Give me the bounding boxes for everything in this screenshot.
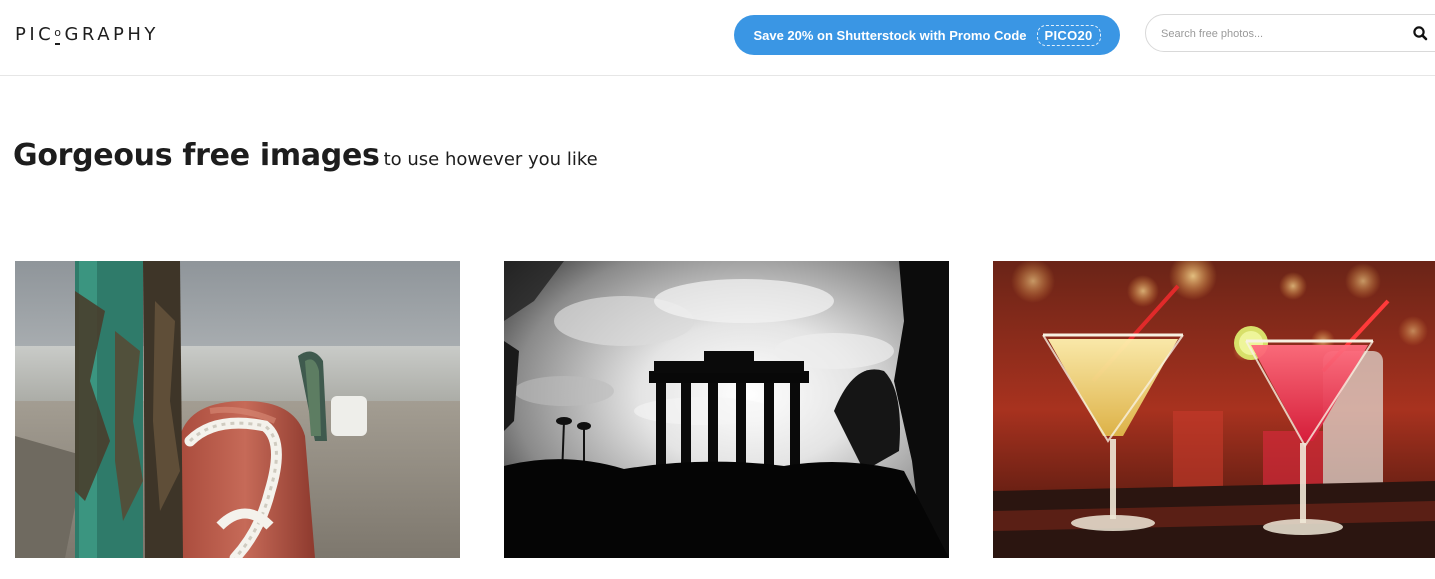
site-header: PICo GRAPHY Save 20% on Shutterstock with… — [0, 0, 1435, 76]
promo-button[interactable]: Save 20% on Shutterstock with Promo Code… — [734, 15, 1120, 55]
search-input[interactable] — [1161, 24, 1381, 44]
logo-text-end: GRAPHY — [64, 24, 159, 45]
hero-subtitle: to use however you like — [383, 149, 598, 170]
logo-text-start: PIC — [15, 24, 55, 45]
promo-code-badge: PICO20 — [1036, 24, 1101, 46]
photo-temple-silhouette[interactable] — [504, 261, 949, 558]
search-icon[interactable] — [1411, 24, 1431, 44]
photo-harbor-bollard[interactable] — [15, 261, 460, 558]
logo-o-mark: o — [54, 24, 64, 48]
promo-text: Save 20% on Shutterstock with Promo Code — [753, 27, 1027, 43]
photo-cocktails[interactable] — [993, 261, 1435, 558]
search-box — [1145, 14, 1435, 52]
site-logo[interactable]: PICo GRAPHY — [15, 24, 159, 46]
hero-heading: Gorgeous free images to use however you l… — [13, 138, 598, 173]
hero-title: Gorgeous free images — [13, 138, 380, 173]
